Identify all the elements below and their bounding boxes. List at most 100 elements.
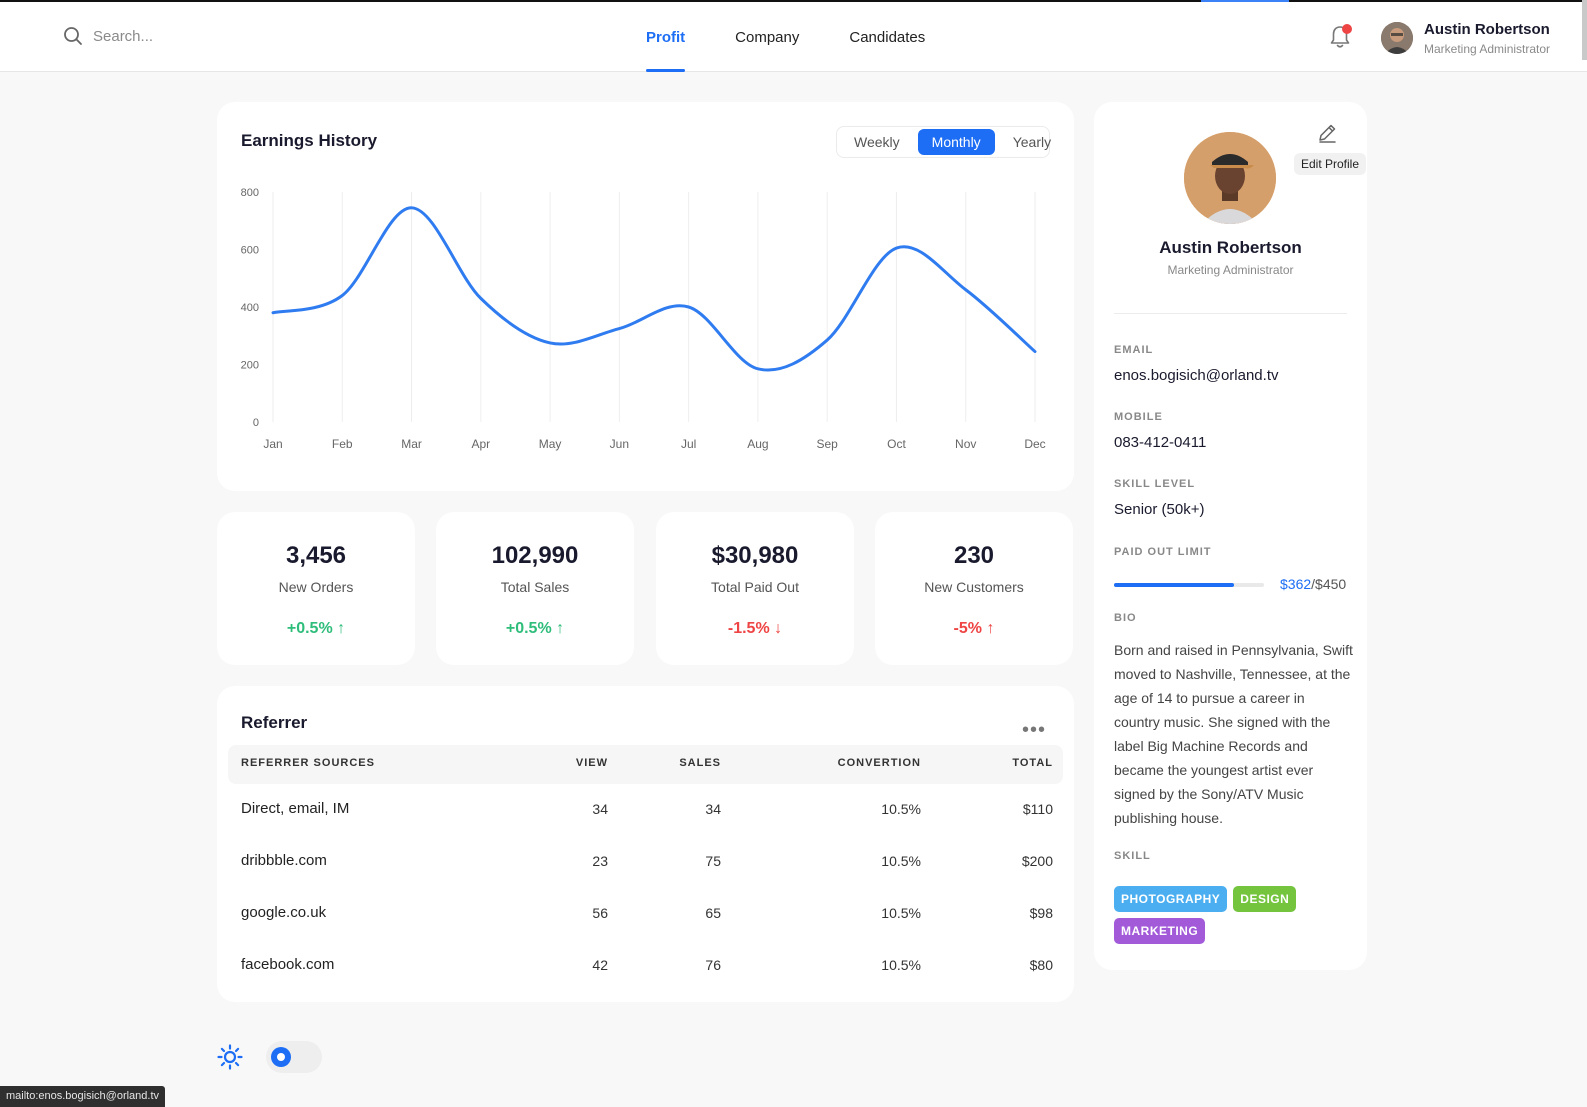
y-tick-label: 600 [241,245,259,257]
edit-profile-tooltip: Edit Profile [1294,153,1367,175]
period-monthly-button[interactable]: Monthly [917,129,995,155]
view-cell: 23 [592,853,608,869]
skill-level-value: Senior (50k+) [1114,501,1205,518]
source-cell: Direct, email, IM [241,800,350,817]
column-header: TOTAL [1012,757,1053,769]
skill-tag-photography[interactable]: PHOTOGRAPHY [1114,886,1228,912]
conversion-cell: 10.5% [881,801,921,817]
avatar[interactable] [1381,22,1413,54]
x-tick-label: Mar [401,437,422,451]
arrow-up-icon: ↑ [986,620,995,637]
header-user-name[interactable]: Austin Robertson [1424,21,1550,38]
y-tick-label: 400 [241,302,259,314]
y-tick-label: 0 [253,417,259,429]
pencil-icon[interactable] [1316,122,1338,144]
x-tick-label: Sep [817,437,839,451]
search-input[interactable] [93,27,293,45]
source-cell: dribbble.com [241,852,327,869]
y-tick-label: 800 [241,187,259,199]
stat-change: +0.5% ↑ [286,620,346,637]
tab-company[interactable]: Company [735,2,799,72]
search-bar[interactable] [63,26,293,46]
sales-cell: 65 [705,905,721,921]
skill-tags: PHOTOGRAPHY DESIGN MARKETING [1114,886,1354,944]
stat-value: 3,456 [285,542,347,569]
x-tick-label: May [539,437,562,451]
stat-card-total-sales: 102,990 Total Sales +0.5% ↑ [436,512,634,665]
paid-out-limit-label: PAID OUT LIMIT [1114,546,1212,558]
table-row[interactable]: facebook.com 42 76 10.5% $80 [217,955,1074,1007]
view-cell: 42 [592,957,608,973]
skill-label: SKILL [1114,850,1151,862]
total-cell: $200 [1021,853,1053,869]
series-line [271,206,1037,372]
mobile-label: MOBILE [1114,411,1163,423]
arrow-up-icon: ↑ [556,620,565,637]
total-cell: $98 [1029,905,1053,921]
view-cell: 34 [592,801,608,817]
source-cell: facebook.com [241,956,335,973]
earnings-history-card: Jan Feb Mar Apr May Jun Jul Aug Sep Oct Nov Dec 0 200… [217,102,1074,491]
sales-cell: 75 [705,853,721,869]
x-tick-label: Nov [955,437,976,451]
scrollbar[interactable] [1582,0,1587,60]
sales-cell: 34 [705,801,721,817]
period-weekly-button[interactable]: Weekly [840,129,914,155]
total-cell: $80 [1029,957,1053,973]
x-tick-label: Oct [887,437,906,451]
table-row[interactable]: dribbble.com 23 75 10.5% $200 [217,851,1074,903]
stat-card-new-orders: 3,456 New Orders +0.5% ↑ [217,512,415,665]
conversion-cell: 10.5% [881,957,921,973]
stat-label: Total Sales [500,579,570,595]
skill-tag-design[interactable]: DESIGN [1233,886,1297,912]
table-header: REFERRER SOURCES VIEW SALES CONVERTION T… [228,745,1063,784]
skill-tag-marketing[interactable]: MARKETING [1114,918,1206,944]
table-row[interactable]: Direct, email, IM 34 34 10.5% $110 [217,799,1074,851]
referrer-card: Referrer ••• REFERRER SOURCES VIEW SALES… [217,686,1074,1002]
theme-toggle[interactable] [266,1041,322,1073]
x-tick-label: Jan [263,437,282,451]
conversion-cell: 10.5% [881,853,921,869]
stat-card-total-paid-out: $30,980 Total Paid Out -1.5% ↓ [656,512,854,665]
profile-name: Austin Robertson [1159,238,1302,257]
x-tick-label: Jun [610,437,629,451]
email-label: EMAIL [1114,344,1154,356]
notification-badge [1342,24,1352,34]
x-tick-label: Apr [471,437,490,451]
arrow-down-icon: ↓ [774,620,783,637]
stat-card-new-customers: 230 New Customers -5% ↑ [875,512,1073,665]
bio-label: BIO [1114,612,1137,624]
paid-out-limit-value: $362/$450 [1280,576,1347,592]
x-tick-label: Feb [332,437,353,451]
source-cell: google.co.uk [241,904,327,921]
y-tick-label: 200 [241,360,259,372]
table-row[interactable]: google.co.uk 56 65 10.5% $98 [217,903,1074,955]
tab-profit[interactable]: Profit [646,2,686,72]
email-link[interactable]: enos.bogisich@orland.tv [1114,367,1279,384]
stat-label: Total Paid Out [711,579,799,595]
card-title: Referrer [241,713,308,732]
search-icon [64,27,82,45]
paid-out-progress-bar [1114,583,1264,587]
total-cell: $110 [1022,801,1053,817]
stat-change: +0.5% ↑ [505,620,565,637]
skill-level-label: SKILL LEVEL [1114,478,1196,490]
profile-role: Marketing Administrator [1167,263,1294,277]
profile-avatar [1184,132,1276,224]
x-tick-label: Jul [681,437,696,451]
stat-change: -5% ↑ [953,620,995,637]
period-selector: Weekly Monthly Yearly [836,126,1051,158]
mobile-value: 083-412-0411 [1114,434,1207,451]
stat-value: 102,990 [491,542,579,569]
x-tick-label: Dec [1024,437,1045,451]
period-yearly-button[interactable]: Yearly [999,129,1065,155]
stat-value: $30,980 [711,542,799,569]
stat-label: New Orders [278,579,354,595]
tab-candidates[interactable]: Candidates [849,2,925,72]
stat-label: New Customers [924,579,1024,595]
x-tick-label: Aug [747,437,768,451]
column-header: SALES [679,757,721,769]
arrow-up-icon: ↑ [337,620,346,637]
more-horizontal-icon[interactable]: ••• [1022,719,1046,742]
sun-icon[interactable] [217,1044,243,1070]
